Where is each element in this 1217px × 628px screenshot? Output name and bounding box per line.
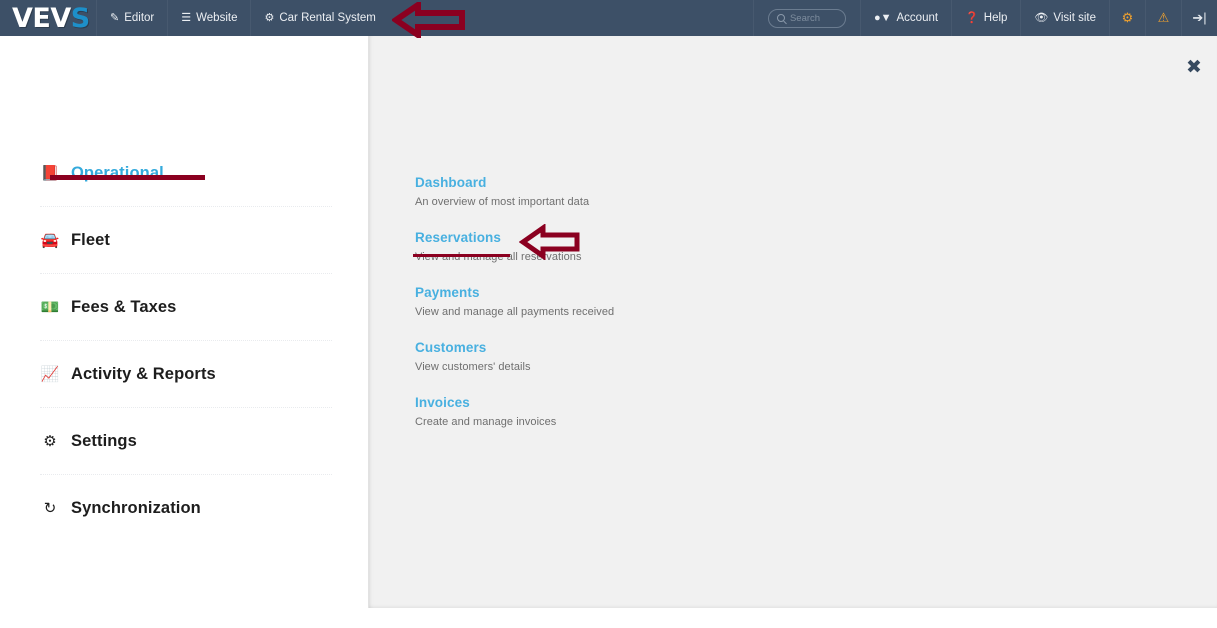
- user-icon: ●▼: [873, 11, 892, 24]
- search-placeholder: Search: [789, 12, 821, 24]
- logo-text-primary: VEV: [12, 2, 71, 34]
- link-group-invoices: Invoices Create and manage invoices: [415, 394, 835, 428]
- left-sidebar: 📕 Operational 🚘 Fleet 💵 Fees & Taxes 📈 A…: [0, 36, 368, 628]
- top-header-bar: VEV S ✎ Editor ☰ Website ⚙ Car Rental Sys…: [0, 0, 1217, 36]
- vevs-logo[interactable]: VEV S: [0, 0, 96, 36]
- nav-item-help-label: Help: [983, 12, 1008, 24]
- nav-item-help[interactable]: ❓ Help: [951, 0, 1020, 36]
- nav-item-account-label: Account: [896, 12, 939, 24]
- logo-text-accent: S: [70, 2, 90, 34]
- car-icon: 🚘: [40, 231, 60, 249]
- close-icon[interactable]: ✖: [1181, 54, 1207, 80]
- nav-item-editor[interactable]: ✎ Editor: [96, 0, 167, 36]
- list-icon: ☰: [181, 11, 192, 24]
- sidebar-item-fleet[interactable]: 🚘 Fleet: [40, 207, 332, 274]
- nav-item-website-label: Website: [196, 12, 238, 24]
- sidebar-item-fleet-label: Fleet: [71, 230, 111, 249]
- sidebar-item-settings[interactable]: ⚙ Settings: [40, 408, 332, 475]
- link-payments-desc: View and manage all payments received: [415, 306, 615, 318]
- logout-icon: ➔|: [1192, 10, 1207, 25]
- nav-item-account[interactable]: ●▼ Account: [859, 0, 951, 36]
- nav-item-car-rental-system-label: Car Rental System: [279, 12, 376, 24]
- header-nav-right: Search ●▼ Account ❓ Help 👁 Visit site ⚙ …: [752, 0, 1217, 36]
- pencil-icon: ✎: [110, 11, 120, 24]
- link-reservations-desc: View and manage all reservations: [415, 251, 582, 263]
- operational-link-list: Dashboard An overview of most important …: [415, 174, 835, 428]
- link-dashboard-desc: An overview of most important data: [415, 196, 590, 208]
- money-icon: 💵: [40, 298, 60, 316]
- chart-icon: 📈: [40, 365, 60, 383]
- link-invoices[interactable]: Invoices: [415, 395, 470, 410]
- header-nav-left: ✎ Editor ☰ Website ⚙ Car Rental System: [96, 0, 389, 36]
- eye-icon: 👁: [1034, 11, 1049, 24]
- sidebar-item-fees-taxes[interactable]: 💵 Fees & Taxes: [40, 274, 332, 341]
- link-customers-desc: View customers' details: [415, 361, 531, 373]
- sidebar-item-synchronization[interactable]: ↻ Synchronization: [40, 475, 332, 542]
- nav-item-car-rental-system[interactable]: ⚙ Car Rental System: [250, 0, 388, 36]
- settings-gear-icon: ⚙: [1121, 10, 1134, 25]
- submenu-panel: ✖ Dashboard An overview of most importan…: [368, 36, 1217, 608]
- sidebar-item-fees-taxes-label: Fees & Taxes: [71, 297, 177, 316]
- link-payments[interactable]: Payments: [415, 285, 480, 300]
- gear-icon: ⚙: [43, 432, 57, 450]
- sidebar-item-settings-label: Settings: [71, 431, 137, 450]
- link-reservations[interactable]: Reservations: [415, 230, 501, 245]
- link-group-payments: Payments View and manage all payments re…: [415, 284, 835, 318]
- link-group-customers: Customers View customers' details: [415, 339, 835, 373]
- book-icon: 📕: [40, 164, 60, 182]
- sidebar-item-synchronization-label: Synchronization: [71, 499, 201, 517]
- link-customers[interactable]: Customers: [415, 340, 486, 355]
- sidebar-item-operational[interactable]: 📕 Operational: [40, 140, 332, 207]
- help-icon: ❓: [965, 11, 979, 24]
- sidebar-item-operational-label: Operational: [71, 163, 164, 182]
- sidebar-item-activity-reports-label: Activity & Reports: [71, 364, 216, 383]
- nav-item-visit-site-label: Visit site: [1053, 12, 1096, 24]
- link-group-reservations: Reservations View and manage all reserva…: [415, 229, 835, 263]
- settings-gear-button[interactable]: ⚙: [1109, 0, 1145, 36]
- nav-item-visit-site[interactable]: 👁 Visit site: [1020, 0, 1109, 36]
- warning-alert-button[interactable]: ⚠: [1145, 0, 1181, 36]
- link-dashboard[interactable]: Dashboard: [415, 175, 486, 190]
- refresh-icon: ↻: [43, 500, 57, 517]
- logout-button[interactable]: ➔|: [1181, 0, 1217, 36]
- warning-alert-icon: ⚠: [1157, 10, 1170, 25]
- sidebar-menu: 📕 Operational 🚘 Fleet 💵 Fees & Taxes 📈 A…: [40, 140, 332, 542]
- nav-item-website[interactable]: ☰ Website: [167, 0, 250, 36]
- search-icon: [776, 14, 785, 22]
- link-invoices-desc: Create and manage invoices: [415, 416, 557, 428]
- link-group-dashboard: Dashboard An overview of most important …: [415, 174, 835, 208]
- search-input[interactable]: Search: [767, 8, 846, 28]
- sidebar-item-activity-reports[interactable]: 📈 Activity & Reports: [40, 341, 332, 408]
- gear-icon: ⚙: [264, 11, 275, 24]
- search-container: Search: [752, 0, 860, 36]
- nav-item-editor-label: Editor: [124, 12, 155, 24]
